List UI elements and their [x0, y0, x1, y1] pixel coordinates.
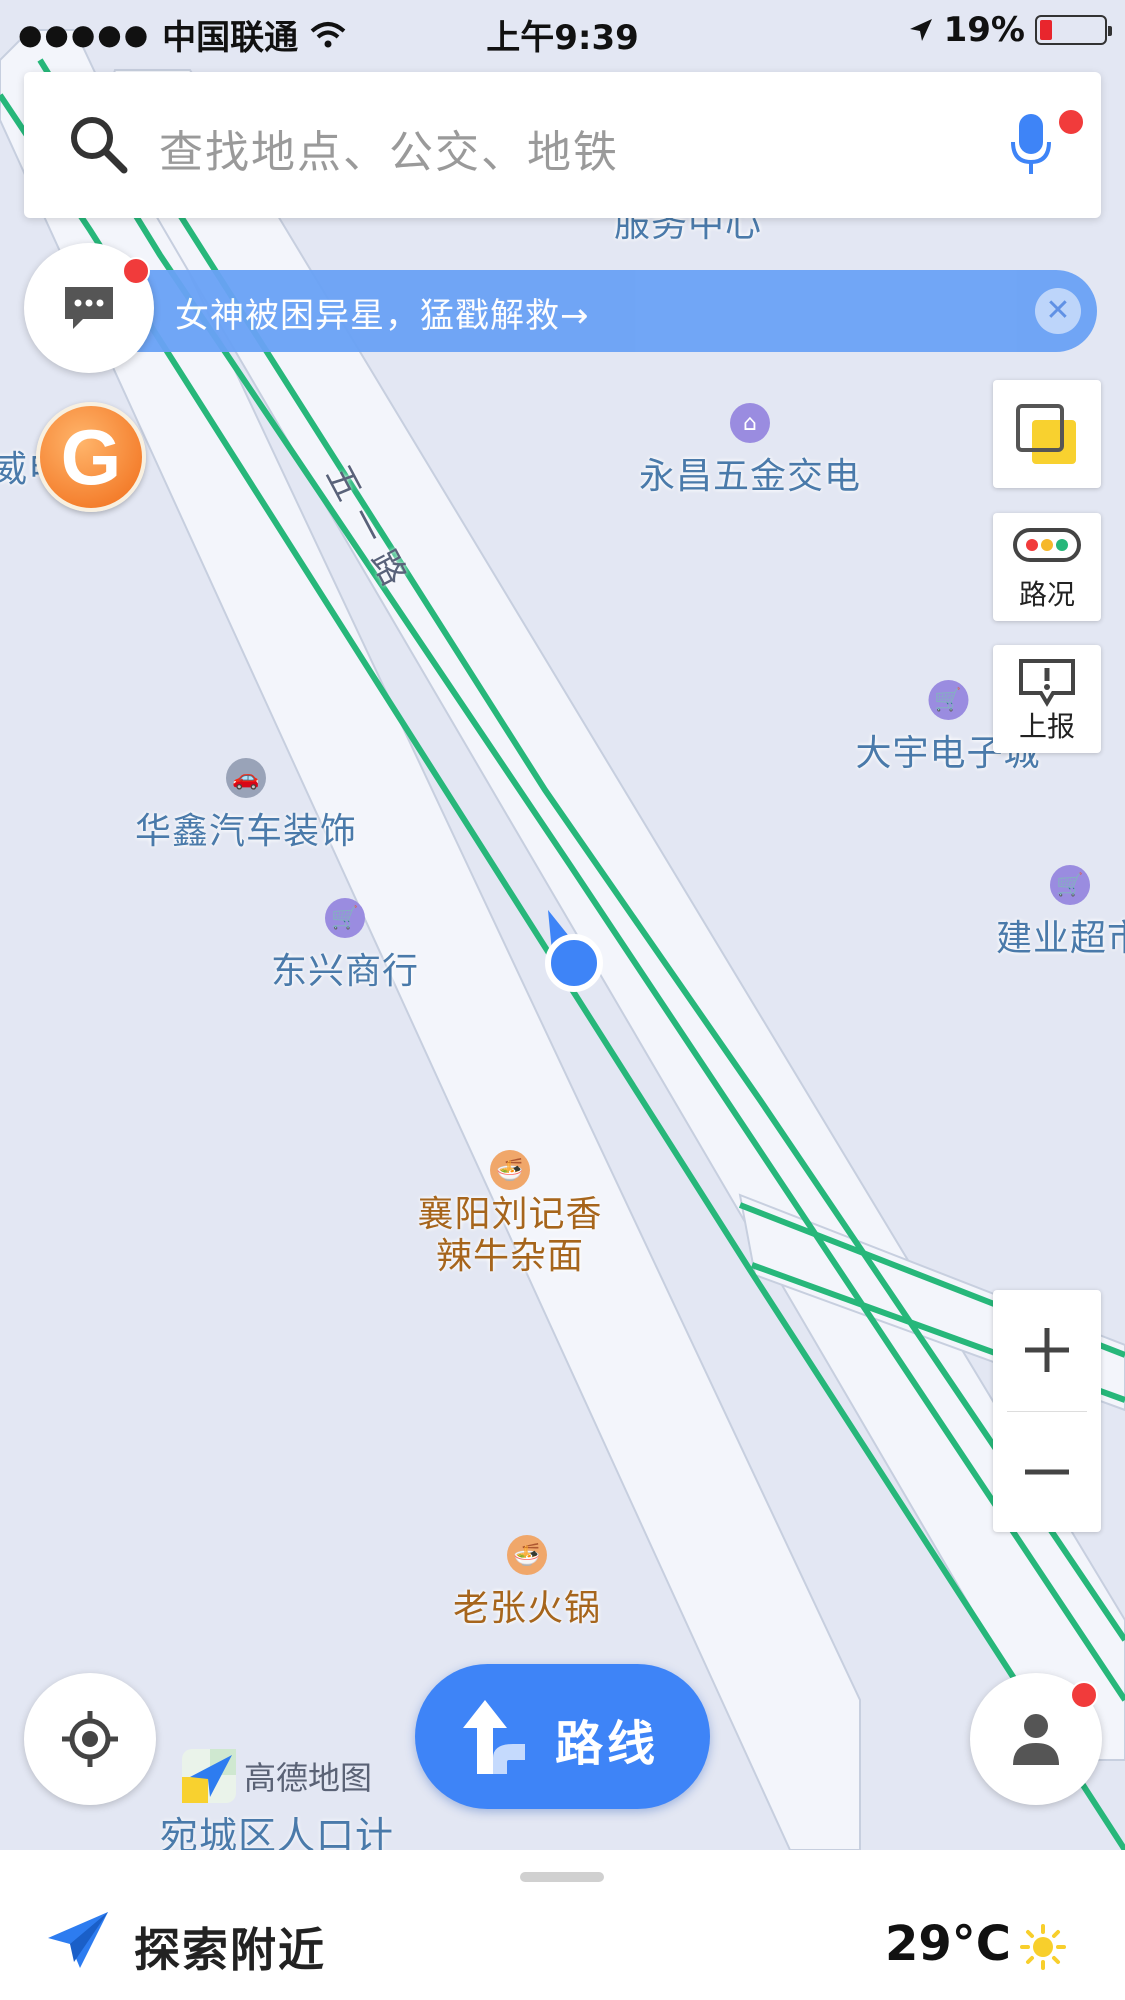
promo-banner[interactable]: 女神被困异星，猛戳解救→ ✕: [60, 270, 1097, 352]
cart-icon: 🛒: [927, 680, 968, 720]
locate-me-button[interactable]: [24, 1673, 156, 1805]
noodle-icon: 🍜: [490, 1150, 530, 1190]
car-icon: 🚗: [225, 758, 266, 798]
poi-label: 襄阳刘记香 辣牛杂面: [417, 1194, 603, 1277]
game-g-icon[interactable]: G: [36, 402, 146, 512]
carrier-name: 中国联通: [162, 18, 299, 58]
traffic-button[interactable]: 路况: [993, 513, 1101, 621]
promo-banner-text: 女神被困异星，猛戳解救→: [175, 296, 590, 336]
traffic-light-icon: [1013, 528, 1081, 562]
shop-icon: ⌂: [729, 403, 770, 443]
minus-icon: [1025, 1469, 1069, 1475]
battery-percent: 19%: [943, 10, 1025, 50]
close-icon[interactable]: ✕: [1035, 288, 1081, 334]
layers-icon: [1016, 404, 1076, 464]
amap-brand-name: 高德地图: [244, 1759, 373, 1797]
notification-dot: [1070, 1681, 1098, 1709]
amap-brand: 高德地图: [180, 1747, 372, 1805]
poi-laozhang-hotpot[interactable]: 🍜 老张火锅: [453, 1535, 601, 1631]
crosshair-icon: [62, 1711, 118, 1767]
report-label: 上报: [1018, 710, 1075, 743]
poi-label: 东兴商行: [270, 951, 420, 992]
notification-dot: [1057, 108, 1085, 136]
zoom-out-button[interactable]: [993, 1412, 1101, 1532]
paper-plane-icon: [48, 1912, 108, 1968]
poi-xiangyang-noodles[interactable]: 🍜 襄阳刘记香 辣牛杂面: [400, 1150, 620, 1278]
poi-label: 华鑫汽车装饰: [134, 811, 358, 852]
explore-nearby-label[interactable]: 探索附近: [134, 1914, 326, 1980]
amap-logo-icon: [182, 1749, 236, 1803]
drag-handle[interactable]: [520, 1872, 604, 1882]
layers-button[interactable]: [993, 380, 1101, 488]
route-arrow-icon: [463, 1700, 525, 1774]
microphone-icon[interactable]: [1009, 112, 1053, 178]
poi-yongchang[interactable]: ⌂ 永昌五金交电: [639, 403, 861, 499]
search-icon: [71, 117, 128, 174]
zoom-control: [993, 1290, 1101, 1532]
report-button[interactable]: 上报: [993, 645, 1101, 753]
search-bar[interactable]: 查找地点、公交、地铁: [24, 72, 1101, 218]
search-placeholder: 查找地点、公交、地铁: [159, 127, 619, 178]
poi-label: 永昌五金交电: [638, 456, 862, 497]
plus-icon: [1025, 1328, 1069, 1372]
status-bar: ●●●●● 中国联通 上午9:39 19%: [0, 0, 1125, 60]
user-icon: [1013, 1714, 1059, 1765]
report-alert-icon: [1019, 659, 1075, 707]
noodle-icon: 🍜: [506, 1535, 547, 1575]
profile-button[interactable]: [970, 1673, 1102, 1805]
poi-label: 老张火锅: [452, 1588, 602, 1629]
clock: 上午9:39: [486, 18, 639, 58]
wifi-icon: [310, 21, 346, 47]
notification-dot: [122, 257, 150, 285]
route-button[interactable]: 路线: [415, 1664, 710, 1809]
battery-icon: [1035, 15, 1112, 45]
poi-label: 建业超市: [995, 918, 1125, 959]
signal-strength: ●●●●●: [18, 18, 151, 51]
traffic-label: 路况: [1018, 578, 1075, 611]
zoom-in-button[interactable]: [993, 1290, 1101, 1410]
cart-icon: 🛒: [1049, 865, 1090, 905]
cart-icon: 🛒: [324, 898, 365, 938]
bottom-panel[interactable]: 探索附近 29°C: [0, 1850, 1125, 2000]
message-button[interactable]: [24, 243, 154, 373]
poi-dongxing[interactable]: 🛒 东兴商行: [271, 898, 419, 994]
poi-jianye[interactable]: 🛒 建业超市: [996, 865, 1125, 961]
weather-temperature: 29°C: [885, 1916, 1012, 1972]
route-label: 路线: [555, 1716, 660, 1772]
poi-huaxin[interactable]: 🚗 华鑫汽车装饰: [135, 758, 357, 854]
chat-bubble-icon: [65, 287, 113, 329]
sun-icon: [1020, 1924, 1066, 1970]
location-arrow-icon: [909, 19, 932, 41]
